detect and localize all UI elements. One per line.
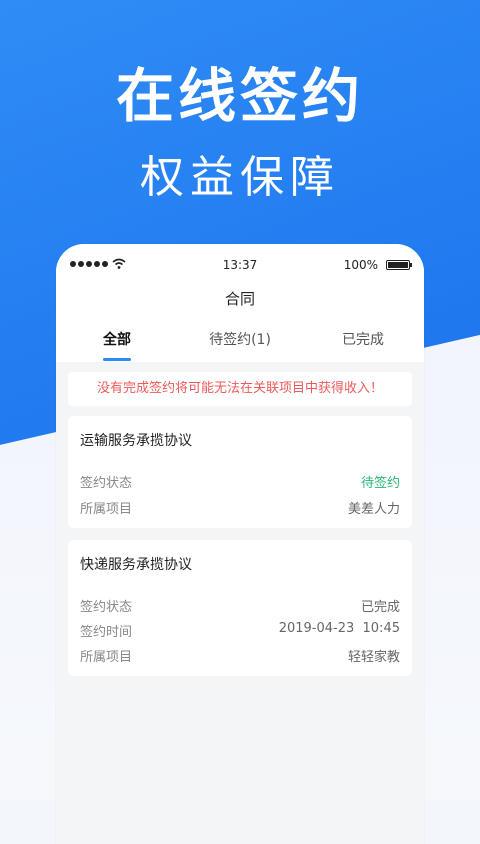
contract-time-row: 签约时间 2019-04-23 10:45: [80, 621, 400, 640]
project-label: 所属项目: [80, 502, 133, 517]
contract-title: 运输服务承揽协议: [80, 433, 192, 449]
tab-pending[interactable]: 待签约(1): [185, 330, 295, 350]
tab-active-indicator: [103, 358, 131, 361]
battery-percent: 100%: [343, 258, 378, 272]
tab-all-label: 全部: [103, 332, 131, 348]
contract-card[interactable]: 快递服务承揽协议 签约状态 已完成 签约时间 2019-04-23 10:45 …: [68, 540, 412, 676]
time-label: 签约时间: [80, 625, 133, 640]
battery-icon: [386, 260, 412, 270]
phone-header: 13:37 100% 合同 全部 待签约(1) 已完成: [56, 244, 424, 362]
tab-bar: 全部 待签约(1) 已完成: [56, 330, 424, 362]
page-title: 合同: [224, 290, 255, 308]
contract-status-row: 签约状态 待签约: [80, 472, 400, 491]
contract-title: 快递服务承揽协议: [80, 557, 192, 573]
tab-completed[interactable]: 已完成: [308, 330, 418, 350]
phone-mockup: 13:37 100% 合同 全部 待签约(1) 已完成 没有完成签约将可能无法在…: [56, 244, 424, 844]
contract-project-row: 所属项目 美差人力: [80, 498, 400, 517]
contract-card[interactable]: 运输服务承揽协议 签约状态 待签约 所属项目 美差人力: [68, 416, 412, 528]
contract-status-row: 签约状态 已完成: [80, 596, 400, 615]
status-bar: 13:37 100%: [56, 256, 424, 276]
time-value: 2019-04-23 10:45: [278, 621, 400, 636]
hero-title: 在线签约: [115, 62, 364, 130]
tab-all[interactable]: 全部: [62, 330, 172, 361]
project-label: 所属项目: [80, 650, 133, 665]
tab-completed-label: 已完成: [342, 332, 384, 348]
status-value: 待签约: [360, 476, 400, 491]
hero-subtitle: 权益保障: [140, 152, 340, 203]
contract-project-row: 所属项目 轻轻家教: [80, 646, 400, 665]
status-value: 已完成: [360, 600, 400, 615]
tab-pending-label: 待签约(1): [209, 332, 271, 348]
warning-notice: 没有完成签约将可能无法在关联项目中获得收入！: [68, 372, 412, 406]
status-label: 签约状态: [80, 600, 133, 615]
status-label: 签约状态: [80, 476, 133, 491]
project-value: 轻轻家教: [347, 650, 400, 665]
project-value: 美差人力: [347, 502, 400, 517]
